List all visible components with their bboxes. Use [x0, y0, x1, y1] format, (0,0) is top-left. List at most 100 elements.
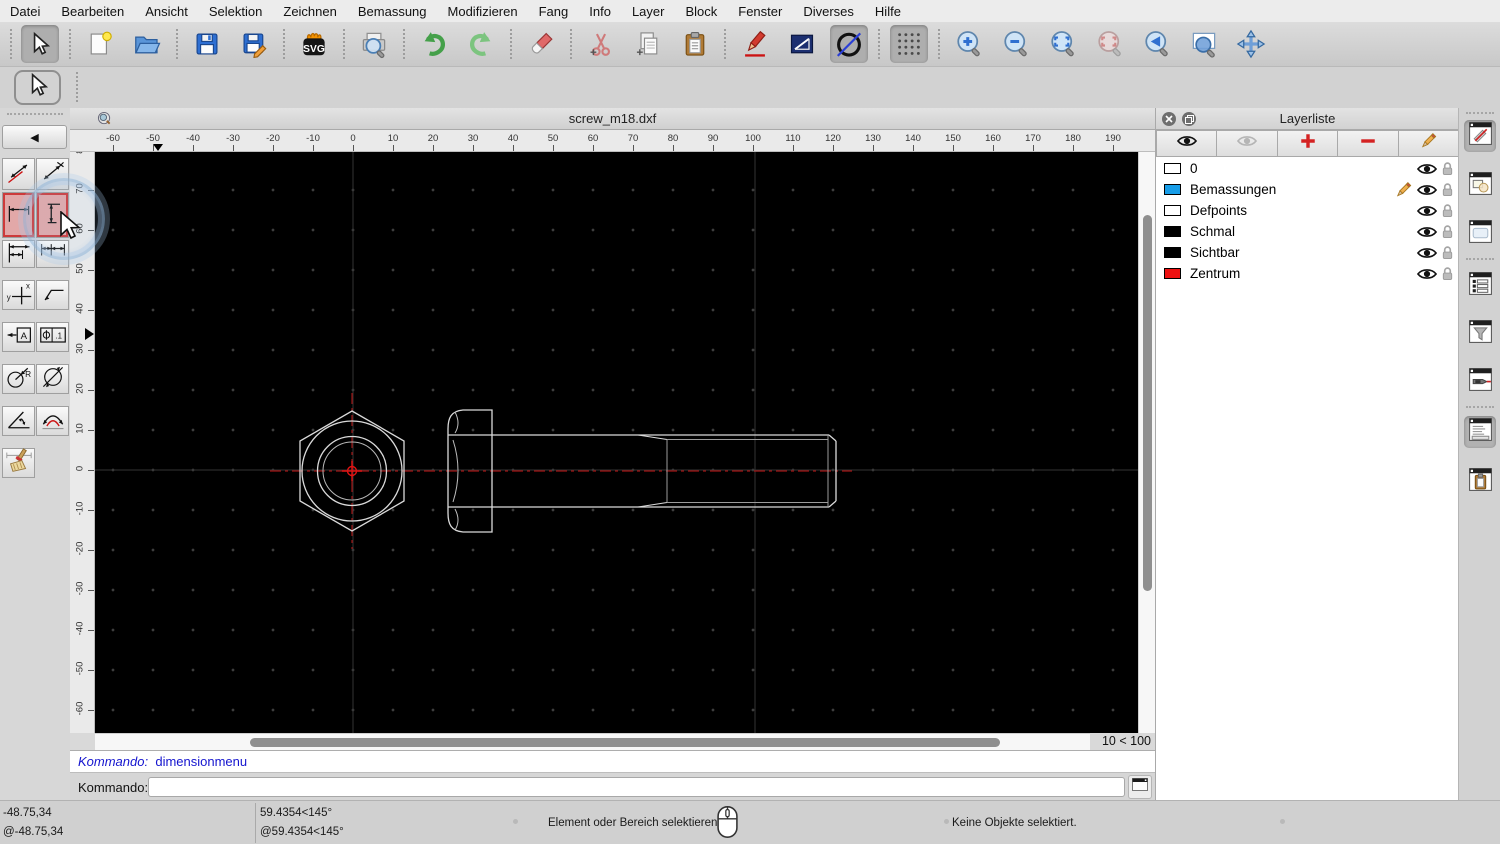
dim-linear-button[interactable]: [36, 158, 69, 190]
menu-datei[interactable]: Datei: [10, 4, 40, 19]
dim-aligned-button[interactable]: [2, 158, 35, 190]
redo-button[interactable]: [462, 25, 500, 63]
toolbar-drag-handle[interactable]: [7, 113, 63, 115]
menu-fang[interactable]: Fang: [539, 4, 569, 19]
print-preview-button[interactable]: [355, 25, 393, 63]
circle-tool-button[interactable]: [830, 25, 868, 63]
save-document-as-button[interactable]: [235, 25, 273, 63]
layer-row-0[interactable]: 0: [1156, 158, 1459, 179]
layer-lock-icon[interactable]: [1441, 245, 1454, 263]
grid-toggle-button[interactable]: [890, 25, 928, 63]
dim-baseline-button[interactable]: [2, 240, 35, 268]
zoom-out-button[interactable]: [997, 25, 1035, 63]
menu-fenster[interactable]: Fenster: [738, 4, 782, 19]
layer-visibility-icon[interactable]: [1416, 225, 1438, 242]
layer-lock-icon[interactable]: [1441, 182, 1454, 200]
menu-hilfe[interactable]: Hilfe: [875, 4, 901, 19]
menu-diverses[interactable]: Diverses: [803, 4, 854, 19]
ruler-label: 40: [507, 133, 519, 144]
open-document-button[interactable]: [128, 25, 166, 63]
menu-layer[interactable]: Layer: [632, 4, 665, 19]
layer-visibility-icon[interactable]: [1416, 267, 1438, 284]
layer-lock-icon[interactable]: [1441, 266, 1454, 284]
horizontal-scrollbar-thumb[interactable]: [250, 738, 1000, 747]
new-document-button[interactable]: [81, 25, 119, 63]
dim-leader-button[interactable]: [36, 280, 69, 310]
dim-angular-button[interactable]: [2, 406, 35, 436]
dock-filter-window-button[interactable]: [1464, 318, 1496, 350]
detach-command-button[interactable]: [1128, 775, 1152, 799]
drawing-canvas[interactable]: [95, 152, 1138, 733]
layer-visibility-icon[interactable]: [1416, 183, 1438, 200]
layer-visibility-icon[interactable]: [1416, 246, 1438, 263]
open-document-icon: [132, 29, 162, 59]
toolbar-drag-handle[interactable]: [10, 29, 13, 59]
undo-button[interactable]: [415, 25, 453, 63]
layer-visibility-icon[interactable]: [1416, 162, 1438, 179]
dim-tolerance-button[interactable]: .1: [36, 322, 69, 352]
dock-block-window-button[interactable]: [1464, 170, 1496, 202]
dim-text-button[interactable]: A: [2, 322, 35, 352]
remove-layer-button[interactable]: [1338, 130, 1399, 157]
menu-info[interactable]: Info: [589, 4, 611, 19]
menu-bemassung[interactable]: Bemassung: [358, 4, 427, 19]
layer-row-sichtbar[interactable]: Sichtbar: [1156, 242, 1459, 263]
layer-lock-icon[interactable]: [1441, 224, 1454, 242]
dim-ordinate-button[interactable]: xy: [2, 280, 35, 310]
window-title-bar[interactable]: screw_m18.dxf: [70, 108, 1155, 130]
dim-continue-button[interactable]: [36, 240, 69, 268]
zoom-in-button[interactable]: [950, 25, 988, 63]
layer-row-zentrum[interactable]: Zentrum: [1156, 263, 1459, 284]
layer-lock-icon[interactable]: [1441, 203, 1454, 221]
dim-arc-button[interactable]: [36, 406, 69, 436]
command-input[interactable]: [148, 777, 1125, 797]
vertical-scrollbar-thumb[interactable]: [1143, 215, 1152, 591]
pen-attributes-button[interactable]: [736, 25, 774, 63]
toolbar-drag-handle[interactable]: [1466, 112, 1494, 114]
zoom-back-button[interactable]: [1138, 25, 1176, 63]
ruler-label: 180: [1065, 133, 1081, 144]
save-document-button[interactable]: [188, 25, 226, 63]
layer-row-defpoints[interactable]: Defpoints: [1156, 200, 1459, 221]
layer-lock-icon[interactable]: [1441, 161, 1454, 179]
dim-diameter-button[interactable]: [36, 364, 69, 394]
dock-penpalette-window-button[interactable]: [1464, 366, 1496, 398]
dim-vertical-button[interactable]: [36, 192, 69, 238]
dim-radius-button[interactable]: R: [2, 364, 35, 394]
line-attributes-button[interactable]: [783, 25, 821, 63]
menu-selektion[interactable]: Selektion: [209, 4, 262, 19]
paste-button[interactable]: [676, 25, 714, 63]
zoom-previous-button[interactable]: [1091, 25, 1129, 63]
delete-entities-button[interactable]: [522, 25, 560, 63]
menu-block[interactable]: Block: [685, 4, 717, 19]
vertical-scrollbar[interactable]: [1138, 152, 1155, 733]
layer-row-schmal[interactable]: Schmal: [1156, 221, 1459, 242]
layer-visibility-icon[interactable]: [1416, 204, 1438, 221]
menu-ansicht[interactable]: Ansicht: [145, 4, 188, 19]
dock-layerlist-window-button[interactable]: [1464, 270, 1496, 302]
add-layer-button[interactable]: [1277, 130, 1339, 157]
dim-horizontal-button[interactable]: [2, 192, 35, 238]
dim-regenerate-button[interactable]: [2, 447, 35, 478]
zoom-auto-button[interactable]: [1044, 25, 1082, 63]
selection-pointer-button[interactable]: [21, 25, 59, 63]
show-all-layers-button[interactable]: [1156, 130, 1218, 157]
toolbar-back-button[interactable]: ◀: [2, 125, 67, 149]
cut-button[interactable]: [582, 25, 620, 63]
menu-modifizieren[interactable]: Modifizieren: [448, 4, 518, 19]
dock-commandline-window-button[interactable]: [1464, 416, 1496, 448]
export-svg-button[interactable]: SVG: [295, 25, 333, 63]
layer-row-bemassungen[interactable]: Bemassungen: [1156, 179, 1459, 200]
hide-all-layers-button[interactable]: [1217, 130, 1278, 157]
horizontal-scrollbar[interactable]: [95, 733, 1090, 750]
dock-pen-window-button[interactable]: [1464, 120, 1496, 152]
edit-layer-button[interactable]: [1398, 130, 1460, 157]
zoom-pan-button[interactable]: [1232, 25, 1270, 63]
dock-clipboard-window-button[interactable]: [1464, 466, 1496, 498]
menu-bearbeiten[interactable]: Bearbeiten: [61, 4, 124, 19]
zoom-window-button[interactable]: [1185, 25, 1223, 63]
dock-library-window-button[interactable]: [1464, 218, 1496, 250]
copy-button[interactable]: [629, 25, 667, 63]
menu-zeichnen[interactable]: Zeichnen: [283, 4, 336, 19]
current-tool-button[interactable]: [14, 70, 61, 105]
